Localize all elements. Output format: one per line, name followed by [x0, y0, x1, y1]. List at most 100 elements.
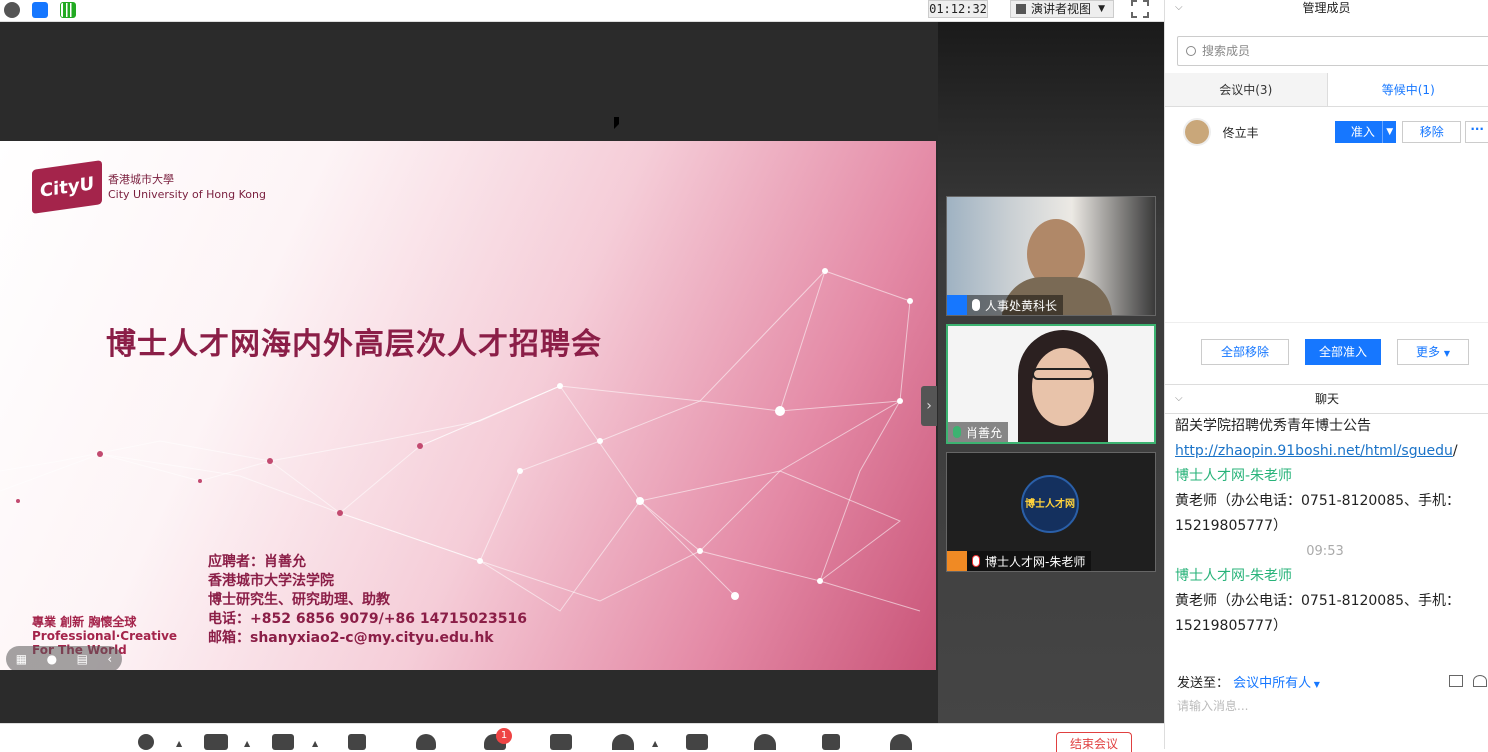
video-thumbnails-panel: 人事处黄科长 肖善允 博士人才网 博士人才网-朱老师 — [938, 22, 1164, 723]
record-icon[interactable] — [612, 734, 634, 750]
chat-link[interactable]: http://zhaopin.91boshi.net/html/sguedu — [1175, 443, 1453, 459]
chat-messages: 韶关学院招聘优秀青年博士公告 http://zhaopin.91boshi.ne… — [1175, 414, 1475, 639]
chevron-down-icon[interactable]: ⌵ — [1175, 385, 1183, 413]
chat-title: 聊天 — [1315, 392, 1339, 406]
send-to-selector: 发送至： 会议中所有人 ▼ — [1177, 672, 1320, 691]
security-shield-icon[interactable] — [32, 2, 48, 18]
signal-strength-icon[interactable] — [60, 2, 76, 18]
applicant-line: 电话：+852 6856 9079/+86 14715023516 — [208, 610, 527, 629]
chat-timestamp: 09:53 — [1175, 539, 1475, 564]
slide-headline: 博士人才网海内外高层次人才招聘会 — [106, 319, 602, 363]
tab-waiting[interactable]: 等候中(1) — [1328, 73, 1488, 106]
chevron-down-icon[interactable]: ▼ — [1311, 680, 1320, 689]
collapse-icon[interactable]: ‹ — [107, 652, 112, 666]
applicant-line: 应聘者：肖善允 — [208, 553, 527, 572]
applicant-info: 应聘者：肖善允 香港城市大学法学院 博士研究生、研究助理、助教 电话：+852 … — [208, 553, 527, 648]
more-options-icon[interactable]: ··· — [1465, 121, 1488, 143]
logo-mark: CityU — [32, 160, 102, 214]
chevron-up-icon[interactable]: ▲ — [244, 739, 250, 748]
tab-in-meeting[interactable]: 会议中(3) — [1165, 73, 1328, 106]
member-search-input[interactable]: 搜索成员 — [1177, 36, 1488, 66]
chevron-up-icon[interactable]: ▲ — [652, 739, 658, 748]
chevron-right-icon[interactable]: › — [921, 386, 937, 426]
more-button[interactable]: 更多 ▼ — [1397, 339, 1469, 365]
applicant-line: 香港城市大学法学院 — [208, 572, 527, 591]
chat-message: 韶关学院招聘优秀青年博士公告 — [1175, 414, 1475, 439]
fullscreen-icon[interactable] — [1131, 0, 1149, 18]
participant-count-badge: 1 — [496, 728, 512, 744]
chevron-down-icon[interactable]: ▼ — [1382, 121, 1396, 143]
send-to-dropdown[interactable]: 会议中所有人 — [1233, 676, 1311, 691]
chevron-up-icon[interactable]: ▲ — [176, 739, 182, 748]
chat-message: 黄老师（办公电话：0751-8120085、手机：15219805777） — [1175, 489, 1475, 539]
chat-input[interactable]: 请输入消息... — [1177, 697, 1248, 714]
microphone-icon — [972, 299, 980, 311]
members-header: ⌵ 管理成员 — [1165, 0, 1488, 18]
pen-icon[interactable]: ● — [47, 652, 57, 666]
security-icon[interactable] — [348, 734, 366, 750]
chevron-down-icon: ▼ — [1444, 349, 1450, 358]
image-icon[interactable] — [1449, 675, 1463, 687]
participant-face — [1032, 348, 1094, 426]
chat-message: 黄老师（办公电话：0751-8120085、手机：15219805777） — [1175, 589, 1475, 639]
chat-icon[interactable] — [550, 734, 572, 750]
boshi-logo: 博士人才网 — [1021, 475, 1079, 533]
tile-name: 博士人才网-朱老师 — [985, 553, 1085, 570]
share-screen-icon[interactable] — [272, 734, 294, 750]
layout-icon — [1016, 4, 1026, 14]
logo-english-name: City University of Hong Kong — [108, 187, 266, 202]
comment-icon[interactable]: ▤ — [77, 652, 88, 666]
chat-header: ⌵ 聊天 — [1165, 384, 1488, 414]
chat-sender: 博士人才网-朱老师 — [1175, 564, 1475, 589]
presentation-slide: CityU 香港城市大學 City University of Hong Kon… — [0, 141, 936, 670]
info-icon[interactable] — [4, 2, 20, 18]
admit-all-button[interactable]: 全部准入 — [1305, 339, 1381, 365]
bulk-actions: 全部移除 全部准入 更多 ▼ — [1165, 322, 1488, 382]
chevron-down-icon[interactable]: ⌵ — [1175, 0, 1183, 16]
file-share-icon[interactable] — [1473, 675, 1487, 687]
shared-screen-stage: CityU 香港城市大學 City University of Hong Kon… — [0, 22, 938, 723]
search-icon — [1186, 46, 1196, 56]
chat-message: http://zhaopin.91boshi.net/html/sguedu/ — [1175, 439, 1475, 464]
cityu-logo: CityU 香港城市大學 City University of Hong Kon… — [32, 165, 266, 209]
video-tile[interactable]: 博士人才网 博士人才网-朱老师 — [946, 452, 1156, 572]
document-icon[interactable] — [822, 734, 840, 750]
send-to-label: 发送至： — [1177, 676, 1229, 691]
motto-line: 專業 創新 胸懷全球 — [32, 615, 177, 629]
search-placeholder: 搜索成员 — [1202, 44, 1250, 58]
top-status-bar: 01:12:32 演讲者视图 ▼ — [0, 0, 1164, 22]
participant-icon — [947, 295, 967, 315]
more-label: 更多 — [1416, 345, 1440, 359]
mouse-cursor-icon — [614, 117, 619, 129]
remove-button[interactable]: 移除 — [1402, 121, 1461, 143]
side-panel: ⌵ 管理成员 搜索成员 会议中(3) 等候中(1) 佟立丰 准入 ▼ 移除 ··… — [1164, 0, 1488, 749]
applicant-line: 邮箱：shanyxiao2-c@my.cityu.edu.hk — [208, 629, 527, 648]
invite-icon[interactable] — [416, 734, 436, 750]
view-mode-dropdown[interactable]: 演讲者视图 ▼ — [1010, 0, 1114, 18]
end-meeting-button[interactable]: 结束会议 — [1056, 732, 1132, 752]
grid-icon[interactable]: ▦ — [16, 652, 27, 666]
chevron-up-icon[interactable]: ▲ — [312, 739, 318, 748]
view-mode-label: 演讲者视图 — [1031, 2, 1091, 16]
applicant-line: 博士研究生、研究助理、助教 — [208, 591, 527, 610]
annotation-toolbar: ▦ ● ▤ ‹ — [6, 646, 122, 670]
reactions-icon[interactable] — [754, 734, 776, 750]
link-suffix: / — [1453, 443, 1458, 459]
members-title: 管理成员 — [1302, 1, 1350, 15]
tile-name: 肖善允 — [966, 424, 1002, 441]
participant-icon — [947, 551, 967, 571]
settings-gear-icon[interactable] — [890, 734, 912, 750]
member-tabs: 会议中(3) 等候中(1) — [1165, 73, 1488, 107]
meeting-toolbar: ▲ ▲ ▲ 1 ▲ 结束会议 — [0, 723, 1164, 749]
member-name: 佟立丰 — [1223, 124, 1335, 141]
meeting-timer: 01:12:32 — [928, 0, 988, 18]
video-tile[interactable]: 肖善允 — [946, 324, 1156, 444]
video-tile[interactable]: 人事处黄科长 — [946, 196, 1156, 316]
video-off-icon[interactable] — [204, 734, 228, 750]
microphone-icon — [953, 426, 961, 438]
motto-line: Professional·Creative — [32, 629, 177, 643]
admit-button[interactable]: 准入 ▼ — [1335, 121, 1396, 143]
microphone-muted-icon[interactable] — [138, 734, 154, 750]
live-stream-icon[interactable] — [686, 734, 708, 750]
remove-all-button[interactable]: 全部移除 — [1201, 339, 1289, 365]
